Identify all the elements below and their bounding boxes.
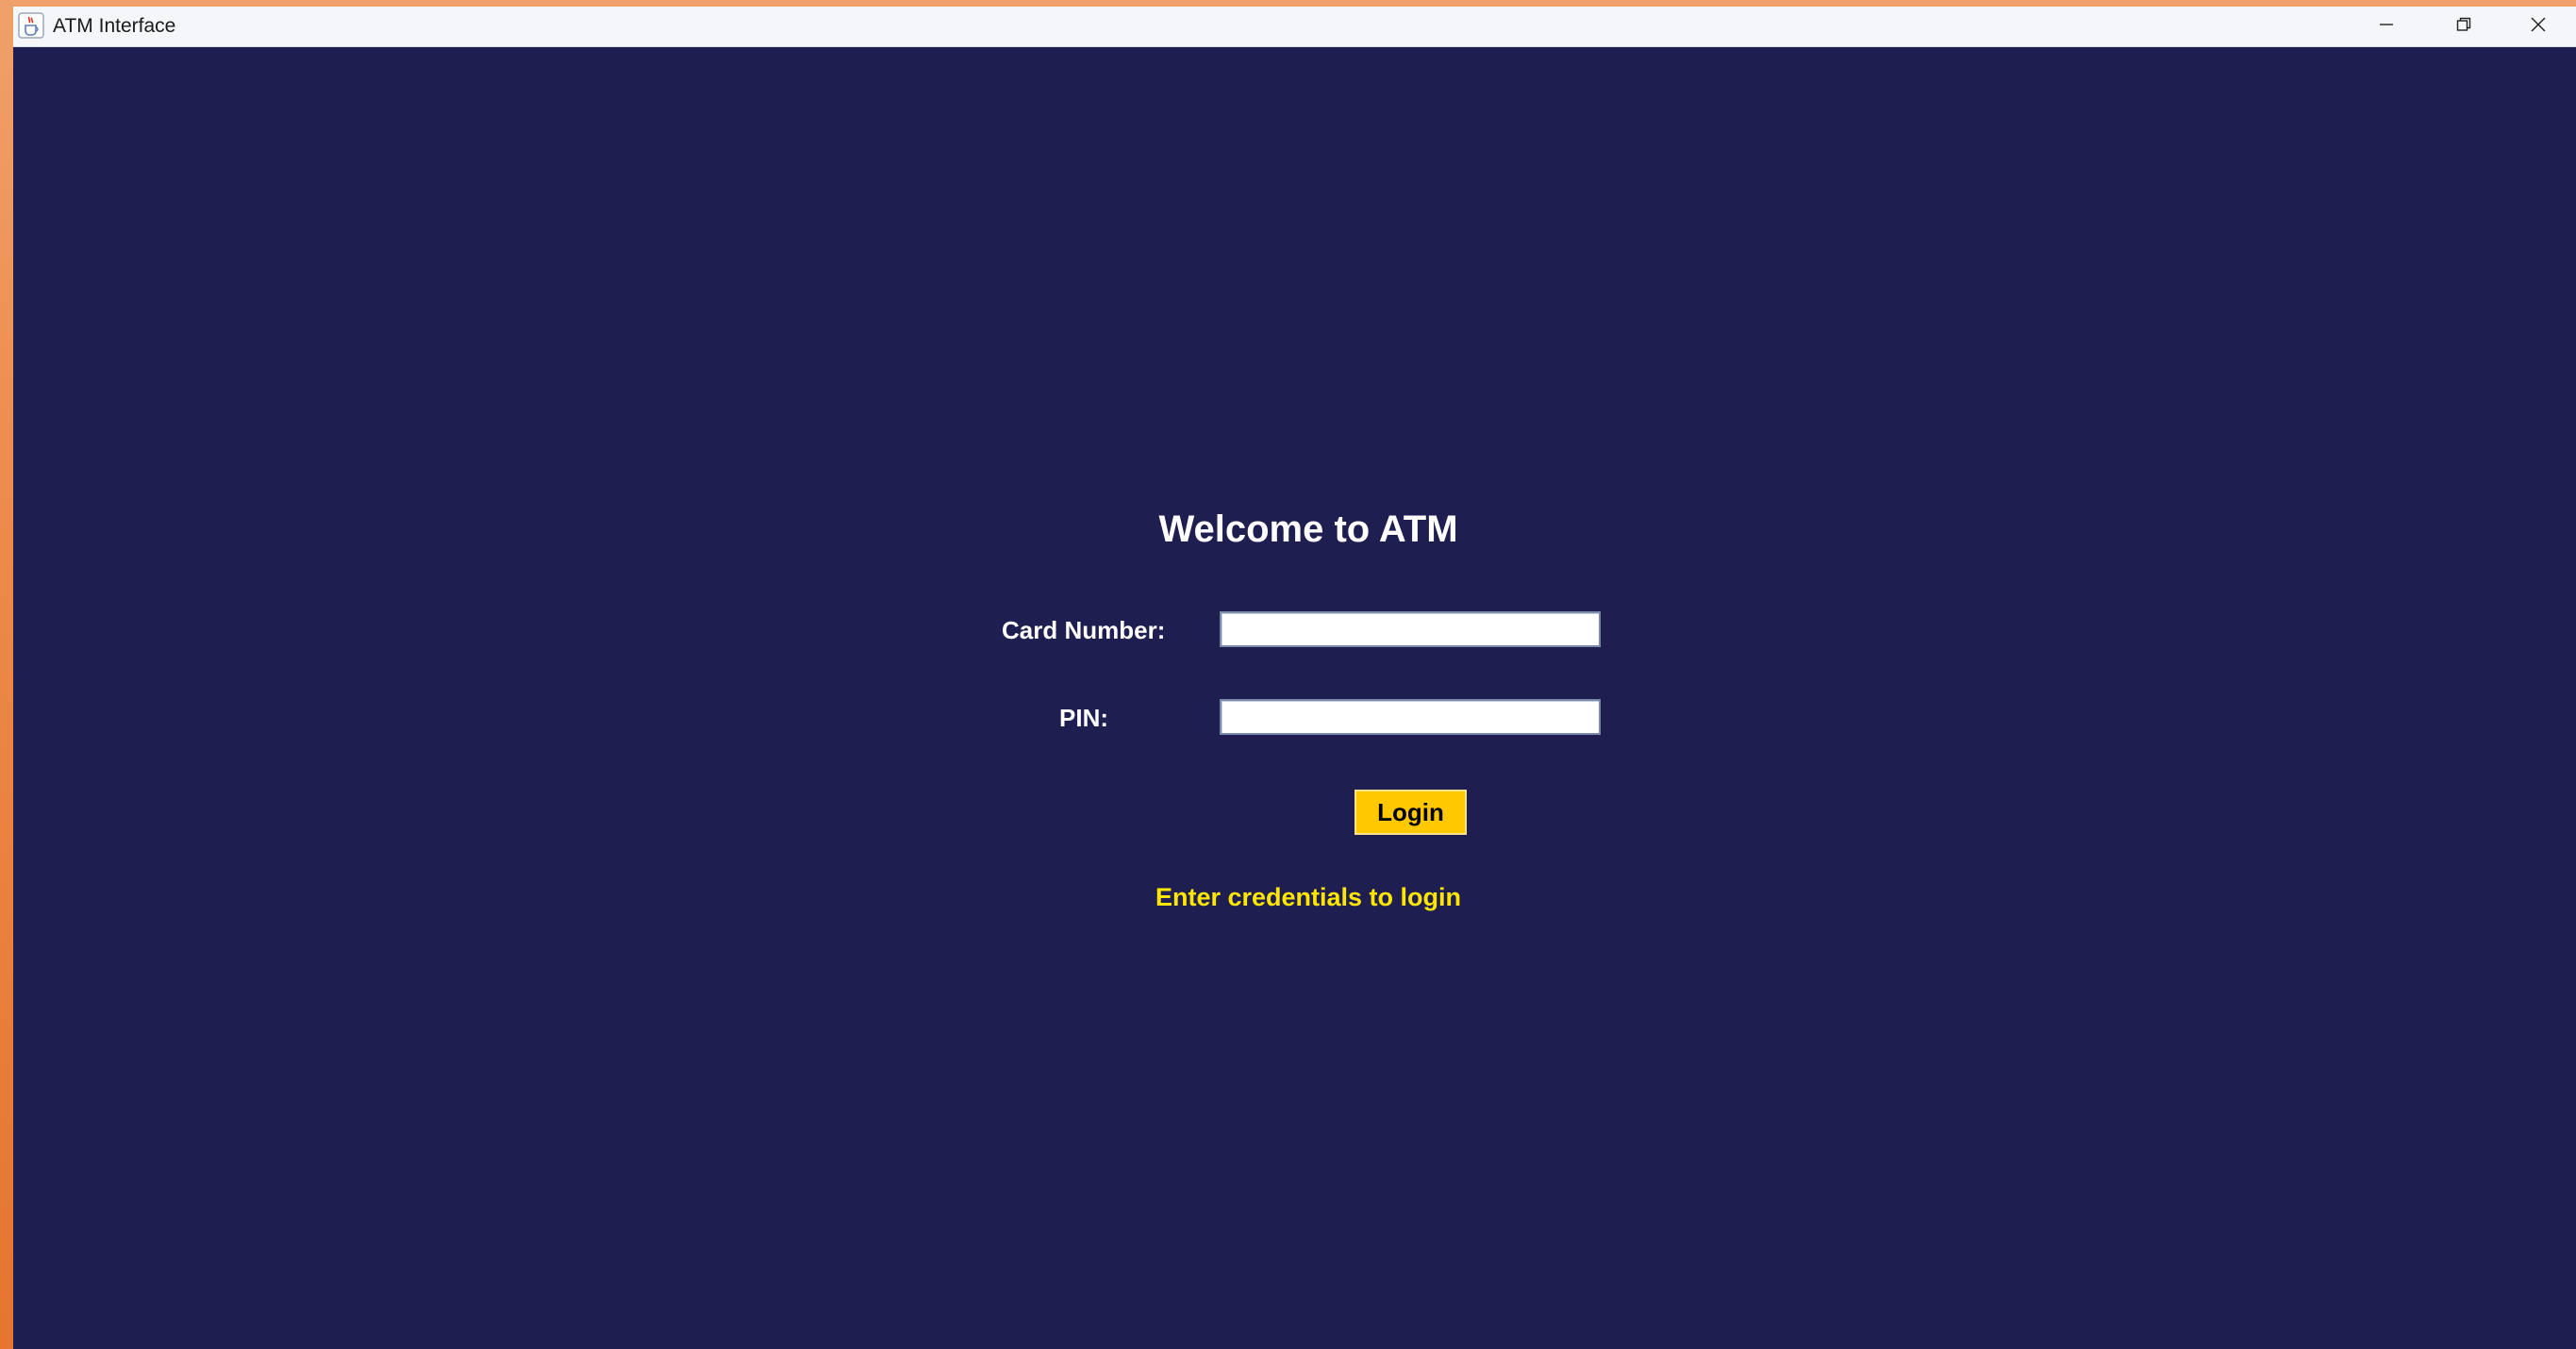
window-title: ATM Interface bbox=[53, 15, 176, 37]
maximize-button[interactable] bbox=[2426, 7, 2501, 46]
login-panel: Welcome to ATM Card Number: PIN: Login E… bbox=[13, 47, 2576, 1349]
card-number-input[interactable] bbox=[1220, 611, 1601, 647]
close-button[interactable] bbox=[2501, 7, 2576, 46]
atm-window: ATM Interface Welcome to ATM Card Number… bbox=[13, 7, 2576, 1349]
restore-icon bbox=[2454, 15, 2473, 39]
close-icon bbox=[2529, 15, 2548, 39]
pin-input[interactable] bbox=[1220, 699, 1601, 735]
status-message: Enter credentials to login bbox=[1155, 883, 1462, 911]
title-bar[interactable]: ATM Interface bbox=[13, 7, 2576, 47]
minimize-icon bbox=[2377, 15, 2396, 39]
login-button[interactable]: Login bbox=[1354, 790, 1467, 835]
pin-label: PIN: bbox=[1059, 704, 1108, 732]
java-coffee-cup-icon bbox=[18, 12, 44, 39]
card-number-label: Card Number: bbox=[1002, 616, 1166, 644]
welcome-heading: Welcome to ATM bbox=[1158, 508, 1458, 550]
minimize-button[interactable] bbox=[2349, 7, 2424, 46]
